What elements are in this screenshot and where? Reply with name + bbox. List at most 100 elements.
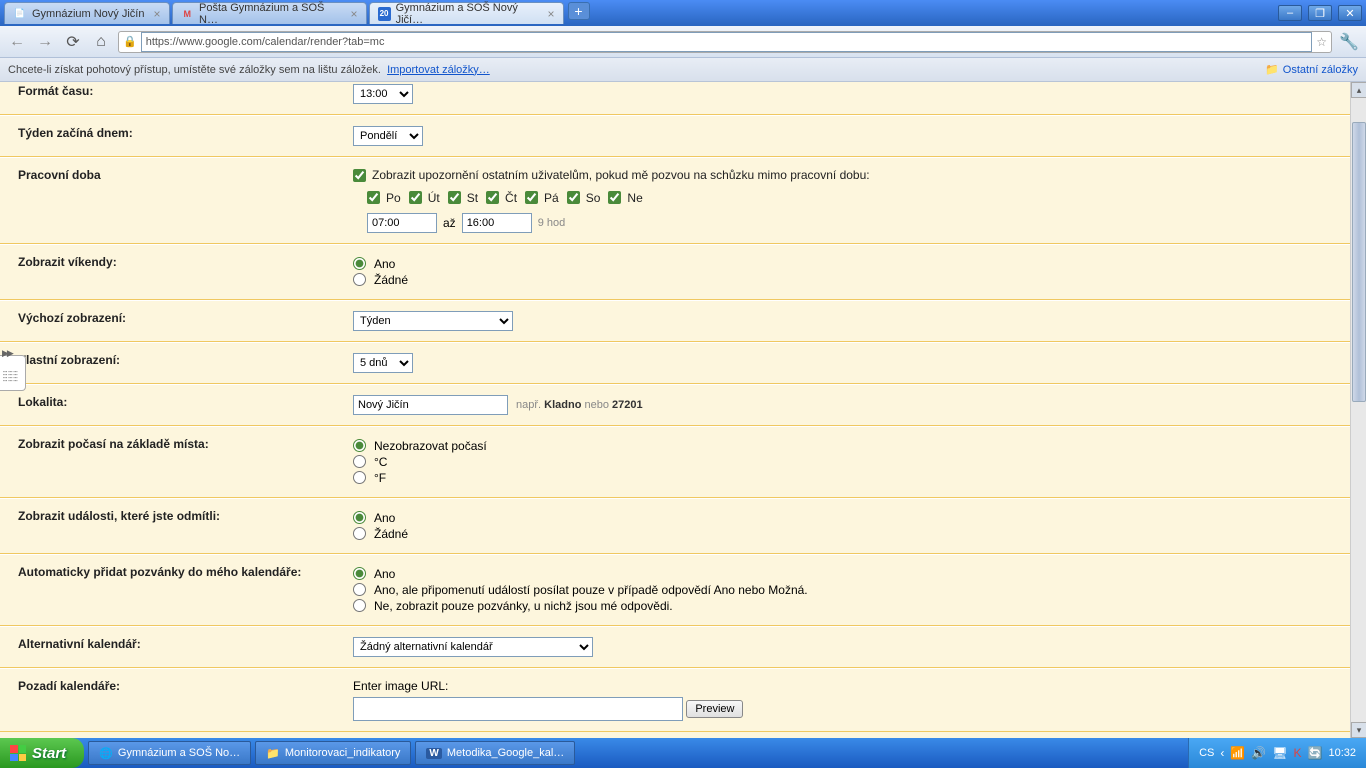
- monitor-icon[interactable]: 🖥: [1272, 746, 1287, 760]
- radio-weather-c[interactable]: [353, 455, 366, 468]
- radio-weather-f[interactable]: [353, 471, 366, 484]
- folder-icon: 📁: [266, 747, 280, 760]
- row-auto-add: Automaticky přidat pozvánky do mého kale…: [0, 554, 1350, 626]
- expand-arrows-icon: ▶▶: [2, 348, 12, 359]
- select-time-format[interactable]: 13:00: [353, 84, 413, 104]
- home-button[interactable]: ⌂: [90, 31, 112, 53]
- row-custom-view: Vlastní zobrazení: 5 dnů: [0, 342, 1350, 384]
- radio-weekends-yes[interactable]: [353, 257, 366, 270]
- star-icon[interactable]: ☆: [1316, 35, 1327, 49]
- select-alt-calendar[interactable]: Žádný alternativní kalendář: [353, 637, 593, 657]
- radio-declined-none[interactable]: [353, 527, 366, 540]
- maximize-button[interactable]: ❐: [1308, 5, 1332, 21]
- scroll-down-icon[interactable]: ▾: [1351, 722, 1366, 738]
- tab-1[interactable]: 📄 Gymnázium Nový Jičín ×: [4, 2, 170, 24]
- close-icon[interactable]: ×: [153, 7, 160, 21]
- sidebar-drag-handle[interactable]: ┅┅┅┅┅┅┅┅┅┅┅┅: [0, 355, 26, 391]
- radio-declined-yes[interactable]: [353, 511, 366, 524]
- row-locality: Lokalita: např. Kladno nebo 27201: [0, 384, 1350, 426]
- forward-button[interactable]: →: [34, 31, 56, 53]
- tray-expand-icon[interactable]: ‹: [1220, 746, 1224, 760]
- lang-indicator[interactable]: CS: [1199, 747, 1214, 759]
- row-week-start: Týden začíná dnem: Pondělí: [0, 115, 1350, 157]
- label-work-hours: Pracovní doba: [18, 168, 353, 233]
- settings-content: Formát času: 13:00 Týden začíná dnem: Po…: [0, 82, 1350, 738]
- start-button[interactable]: Start: [0, 738, 84, 768]
- reload-button[interactable]: ⟳: [62, 31, 84, 53]
- label-week-start: Týden začíná dnem:: [18, 126, 353, 146]
- window-controls: – ❐ ✕: [1278, 5, 1362, 21]
- bookmark-bar: Chcete-li získat pohotový přístup, umíst…: [0, 58, 1366, 82]
- network-icon[interactable]: 📶: [1230, 746, 1245, 760]
- other-bookmarks-button[interactable]: 📁 Ostatní záložky: [1265, 63, 1358, 76]
- scroll-thumb[interactable]: [1352, 122, 1366, 402]
- select-custom-view[interactable]: 5 dnů: [353, 353, 413, 373]
- taskbar-item-3[interactable]: W Metodika_Google_kal…: [415, 741, 575, 765]
- windows-logo-icon: [10, 745, 26, 761]
- input-background-url[interactable]: [353, 697, 683, 721]
- radio-autoadd-3[interactable]: [353, 599, 366, 612]
- taskbar-label: Gymnázium a SOŠ No…: [118, 747, 240, 759]
- work-days: Po Út St Čt Pá So Ne: [367, 191, 1350, 205]
- row-declined: Zobrazit události, které jste odmítli: A…: [0, 498, 1350, 554]
- address-bar[interactable]: 🔒 ☆: [118, 31, 1332, 53]
- select-week-start[interactable]: Pondělí: [353, 126, 423, 146]
- close-icon[interactable]: ×: [547, 7, 554, 21]
- tab-2[interactable]: M Pošta Gymnázium a SOŠ N… ×: [172, 2, 367, 24]
- row-background: Pozadí kalendáře: Enter image URL: Previ…: [0, 668, 1350, 732]
- chrome-icon: 🌐: [99, 747, 113, 760]
- sync-icon[interactable]: 🔄: [1308, 746, 1323, 760]
- close-icon[interactable]: ×: [350, 7, 357, 21]
- label-show-weekends: Zobrazit víkendy:: [18, 255, 353, 289]
- vertical-scrollbar[interactable]: ▴ ▾: [1350, 82, 1366, 738]
- tab-title: Gymnázium a SOŠ Nový Jičí…: [396, 2, 539, 26]
- label-weather: Zobrazit počasí na základě místa:: [18, 437, 353, 487]
- day-st[interactable]: St: [448, 191, 478, 205]
- day-ct[interactable]: Čt: [486, 191, 517, 205]
- work-to-input[interactable]: [462, 213, 532, 233]
- radio-weather-none[interactable]: [353, 439, 366, 452]
- taskbar-item-2[interactable]: 📁 Monitorovaci_indikatory: [255, 741, 411, 765]
- day-po[interactable]: Po: [367, 191, 401, 205]
- locality-example: např. Kladno nebo 27201: [516, 399, 643, 411]
- work-from-input[interactable]: [367, 213, 437, 233]
- bookmark-hint: Chcete-li získat pohotový přístup, umíst…: [8, 64, 381, 76]
- checkbox-input[interactable]: [353, 169, 366, 182]
- checkbox-label: Zobrazit upozornění ostatním uživatelům,…: [372, 168, 870, 182]
- new-tab-button[interactable]: +: [568, 2, 590, 20]
- label-auto-add: Automaticky přidat pozvánky do mého kale…: [18, 565, 353, 615]
- row-default-view: Výchozí zobrazení: Týden: [0, 300, 1350, 342]
- import-bookmarks-link[interactable]: Importovat záložky…: [387, 64, 490, 76]
- radio-weekends-none[interactable]: [353, 273, 366, 286]
- window-titlebar: 📄 Gymnázium Nový Jičín × M Pošta Gymnázi…: [0, 0, 1366, 26]
- lock-icon: 🔒: [123, 35, 137, 48]
- preview-button[interactable]: Preview: [686, 700, 743, 718]
- volume-icon[interactable]: 🔊: [1251, 746, 1266, 760]
- select-default-view[interactable]: Týden: [353, 311, 513, 331]
- radio-autoadd-2[interactable]: [353, 583, 366, 596]
- url-input[interactable]: [141, 32, 1313, 52]
- checkbox-work-hours-warn[interactable]: Zobrazit upozornění ostatním uživatelům,…: [353, 168, 870, 182]
- work-duration: 9 hod: [538, 217, 566, 229]
- input-locality[interactable]: [353, 395, 508, 415]
- label-alt-calendar: Alternativní kalendář:: [18, 637, 353, 657]
- minimize-button[interactable]: –: [1278, 5, 1302, 21]
- day-ne[interactable]: Ne: [608, 191, 642, 205]
- calendar-icon: 20: [378, 7, 391, 21]
- clock[interactable]: 10:32: [1328, 747, 1356, 759]
- tab-3[interactable]: 20 Gymnázium a SOŠ Nový Jičí… ×: [369, 2, 564, 24]
- shield-icon[interactable]: K: [1294, 746, 1302, 760]
- system-tray[interactable]: CS ‹ 📶 🔊 🖥 K 🔄 10:32: [1188, 738, 1366, 768]
- scroll-up-icon[interactable]: ▴: [1351, 82, 1366, 98]
- windows-taskbar: Start 🌐 Gymnázium a SOŠ No… 📁 Monitorova…: [0, 738, 1366, 768]
- radio-autoadd-1[interactable]: [353, 567, 366, 580]
- wrench-icon[interactable]: 🔧: [1338, 31, 1360, 53]
- work-time-range: až 9 hod: [367, 213, 1350, 233]
- day-pa[interactable]: Pá: [525, 191, 559, 205]
- back-button[interactable]: ←: [6, 31, 28, 53]
- taskbar-item-1[interactable]: 🌐 Gymnázium a SOŠ No…: [88, 741, 251, 765]
- row-alt-calendar: Alternativní kalendář: Žádný alternativn…: [0, 626, 1350, 668]
- close-button[interactable]: ✕: [1338, 5, 1362, 21]
- day-ut[interactable]: Út: [409, 191, 440, 205]
- day-so[interactable]: So: [567, 191, 601, 205]
